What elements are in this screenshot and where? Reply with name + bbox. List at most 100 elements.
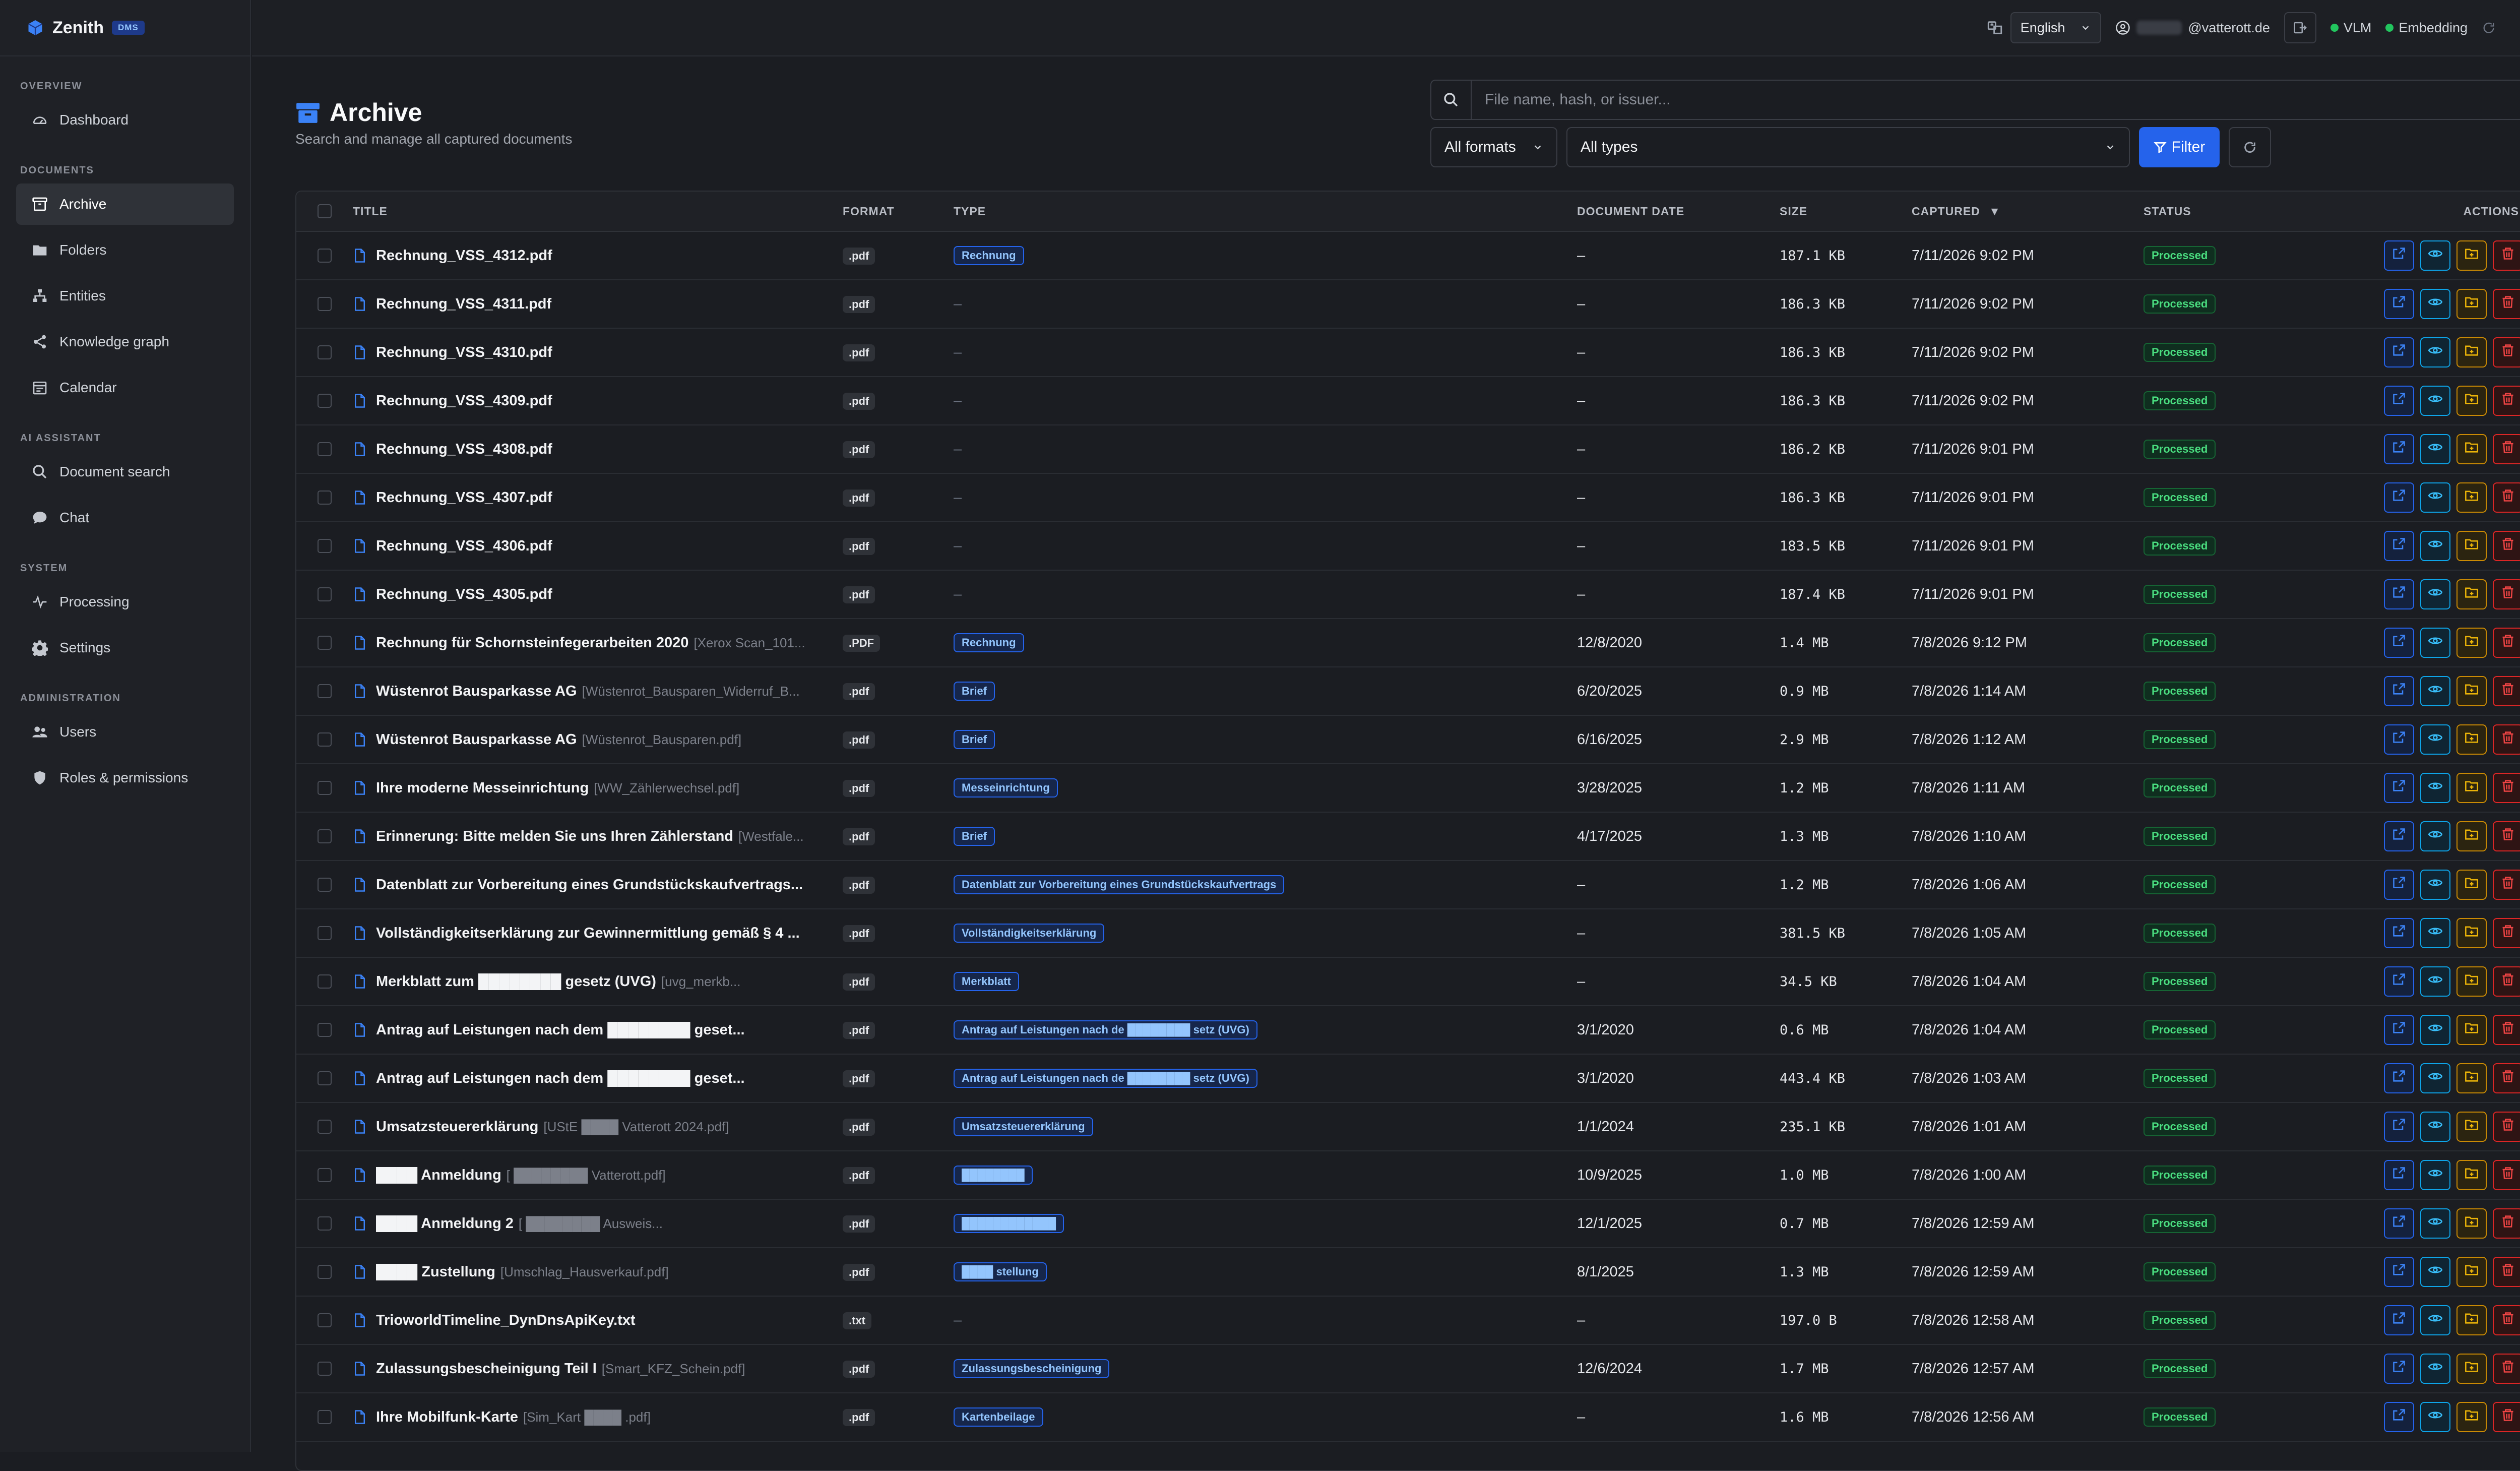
title-cell[interactable]: ████ Anmeldung[ ████████ Vatterott.pdf]	[353, 1167, 843, 1184]
table-row[interactable]: Antrag auf Leistungen nach dem ████████ …	[296, 1055, 2520, 1103]
title-cell[interactable]: Antrag auf Leistungen nach dem ████████ …	[353, 1022, 843, 1038]
open-external-button[interactable]	[2384, 918, 2414, 948]
logout-button[interactable]	[2284, 12, 2316, 43]
document-title[interactable]: Zulassungsbescheinigung Teil I	[376, 1361, 597, 1377]
preview-button[interactable]	[2420, 482, 2450, 513]
preview-button[interactable]	[2420, 773, 2450, 803]
row-checkbox[interactable]	[318, 539, 332, 553]
table-row[interactable]: ████ Zustellung[Umschlag_Hausverkauf.pdf…	[296, 1248, 2520, 1297]
col-type[interactable]: TYPE	[954, 205, 1577, 218]
title-cell[interactable]: Wüstenrot Bausparkasse AG[Wüstenrot_Baus…	[353, 731, 843, 748]
row-checkbox[interactable]	[318, 442, 332, 456]
language-select[interactable]: English	[2010, 12, 2102, 43]
title-cell[interactable]: Wüstenrot Bausparkasse AG[Wüstenrot_Baus…	[353, 683, 843, 700]
delete-button[interactable]	[2493, 1208, 2520, 1239]
row-checkbox[interactable]	[318, 1265, 332, 1279]
row-checkbox[interactable]	[318, 1410, 332, 1424]
row-checkbox[interactable]	[318, 1313, 332, 1327]
col-size[interactable]: SIZE	[1780, 205, 1912, 218]
delete-button[interactable]	[2493, 1305, 2520, 1335]
document-title[interactable]: Ihre Mobilfunk-Karte	[376, 1409, 518, 1426]
table-row[interactable]: Rechnung_VSS_4306.pdf .pdf – – 183.5 KB …	[296, 522, 2520, 571]
title-cell[interactable]: ████ Anmeldung 2[ ████████ Ausweis...	[353, 1215, 843, 1232]
document-title[interactable]: Datenblatt zur Vorbereitung eines Grunds…	[376, 877, 803, 893]
brand[interactable]: Zenith DMS	[0, 0, 250, 56]
move-to-folder-button[interactable]	[2456, 773, 2487, 803]
move-to-folder-button[interactable]	[2456, 531, 2487, 561]
delete-button[interactable]	[2493, 918, 2520, 948]
move-to-folder-button[interactable]	[2456, 482, 2487, 513]
delete-button[interactable]	[2493, 724, 2520, 755]
preview-button[interactable]	[2420, 1402, 2450, 1432]
move-to-folder-button[interactable]	[2456, 1112, 2487, 1142]
delete-button[interactable]	[2493, 337, 2520, 367]
row-checkbox[interactable]	[318, 684, 332, 698]
table-row[interactable]: Umsatzsteuererklärung[UStE ████ Vatterot…	[296, 1103, 2520, 1151]
delete-button[interactable]	[2493, 386, 2520, 416]
delete-button[interactable]	[2493, 870, 2520, 900]
table-row[interactable]: Zulassungsbescheinigung Teil I[Smart_KFZ…	[296, 1345, 2520, 1393]
delete-button[interactable]	[2493, 579, 2520, 609]
preview-button[interactable]	[2420, 434, 2450, 464]
open-external-button[interactable]	[2384, 531, 2414, 561]
table-row[interactable]: Antrag auf Leistungen nach dem ████████ …	[296, 1006, 2520, 1055]
open-external-button[interactable]	[2384, 870, 2414, 900]
sidebar-item-settings[interactable]: Settings	[16, 627, 234, 668]
sidebar-item-processing[interactable]: Processing	[16, 581, 234, 623]
table-row[interactable]: Rechnung_VSS_4311.pdf .pdf – – 186.3 KB …	[296, 280, 2520, 329]
title-cell[interactable]: Rechnung_VSS_4305.pdf	[353, 586, 843, 603]
table-row[interactable]: ████ Anmeldung 2[ ████████ Ausweis... .p…	[296, 1200, 2520, 1248]
move-to-folder-button[interactable]	[2456, 870, 2487, 900]
row-checkbox[interactable]	[318, 394, 332, 408]
move-to-folder-button[interactable]	[2456, 386, 2487, 416]
delete-button[interactable]	[2493, 289, 2520, 319]
document-title[interactable]: Rechnung_VSS_4312.pdf	[376, 248, 552, 264]
open-external-button[interactable]	[2384, 1402, 2414, 1432]
preview-button[interactable]	[2420, 1305, 2450, 1335]
move-to-folder-button[interactable]	[2456, 1208, 2487, 1239]
open-external-button[interactable]	[2384, 482, 2414, 513]
delete-button[interactable]	[2493, 531, 2520, 561]
table-row[interactable]: Rechnung_VSS_4312.pdf .pdf Rechnung – 18…	[296, 232, 2520, 280]
delete-button[interactable]	[2493, 1402, 2520, 1432]
move-to-folder-button[interactable]	[2456, 1063, 2487, 1093]
move-to-folder-button[interactable]	[2456, 628, 2487, 658]
row-checkbox[interactable]	[318, 636, 332, 650]
document-title[interactable]: Umsatzsteuererklärung	[376, 1119, 538, 1135]
delete-button[interactable]	[2493, 1160, 2520, 1190]
row-checkbox[interactable]	[318, 345, 332, 359]
preview-button[interactable]	[2420, 579, 2450, 609]
move-to-folder-button[interactable]	[2456, 337, 2487, 367]
preview-button[interactable]	[2420, 821, 2450, 851]
row-checkbox[interactable]	[318, 926, 332, 940]
sidebar-item-calendar[interactable]: Calendar	[16, 367, 234, 408]
preview-button[interactable]	[2420, 918, 2450, 948]
document-title[interactable]: ████ Anmeldung 2	[376, 1215, 514, 1232]
row-checkbox[interactable]	[318, 587, 332, 601]
preview-button[interactable]	[2420, 337, 2450, 367]
row-checkbox[interactable]	[318, 732, 332, 747]
table-row[interactable]: Rechnung_VSS_4305.pdf .pdf – – 187.4 KB …	[296, 571, 2520, 619]
delete-button[interactable]	[2493, 773, 2520, 803]
table-row[interactable]: Ihre Mobilfunk-Karte[Sim_Kart ████ .pdf]…	[296, 1393, 2520, 1442]
title-cell[interactable]: Erinnerung: Bitte melden Sie uns Ihren Z…	[353, 828, 843, 845]
title-cell[interactable]: Rechnung_VSS_4310.pdf	[353, 344, 843, 361]
delete-button[interactable]	[2493, 821, 2520, 851]
row-checkbox[interactable]	[318, 781, 332, 795]
format-filter-select[interactable]: All formats	[1430, 127, 1557, 167]
table-row[interactable]: Rechnung_VSS_4307.pdf .pdf – – 186.3 KB …	[296, 474, 2520, 522]
move-to-folder-button[interactable]	[2456, 918, 2487, 948]
type-filter-select[interactable]: All types	[1566, 127, 2130, 167]
delete-button[interactable]	[2493, 1063, 2520, 1093]
table-row[interactable]: TrioworldTimeline_DynDnsApiKey.txt .txt …	[296, 1297, 2520, 1345]
title-cell[interactable]: Rechnung_VSS_4308.pdf	[353, 441, 843, 458]
table-row[interactable]: Rechnung_VSS_4308.pdf .pdf – – 186.2 KB …	[296, 425, 2520, 474]
delete-button[interactable]	[2493, 434, 2520, 464]
title-cell[interactable]: Antrag auf Leistungen nach dem ████████ …	[353, 1070, 843, 1087]
open-external-button[interactable]	[2384, 337, 2414, 367]
preview-button[interactable]	[2420, 966, 2450, 997]
title-cell[interactable]: ████ Zustellung[Umschlag_Hausverkauf.pdf…	[353, 1264, 843, 1280]
move-to-folder-button[interactable]	[2456, 821, 2487, 851]
document-title[interactable]: Wüstenrot Bausparkasse AG	[376, 683, 577, 700]
sidebar-item-folders[interactable]: Folders	[16, 229, 234, 271]
